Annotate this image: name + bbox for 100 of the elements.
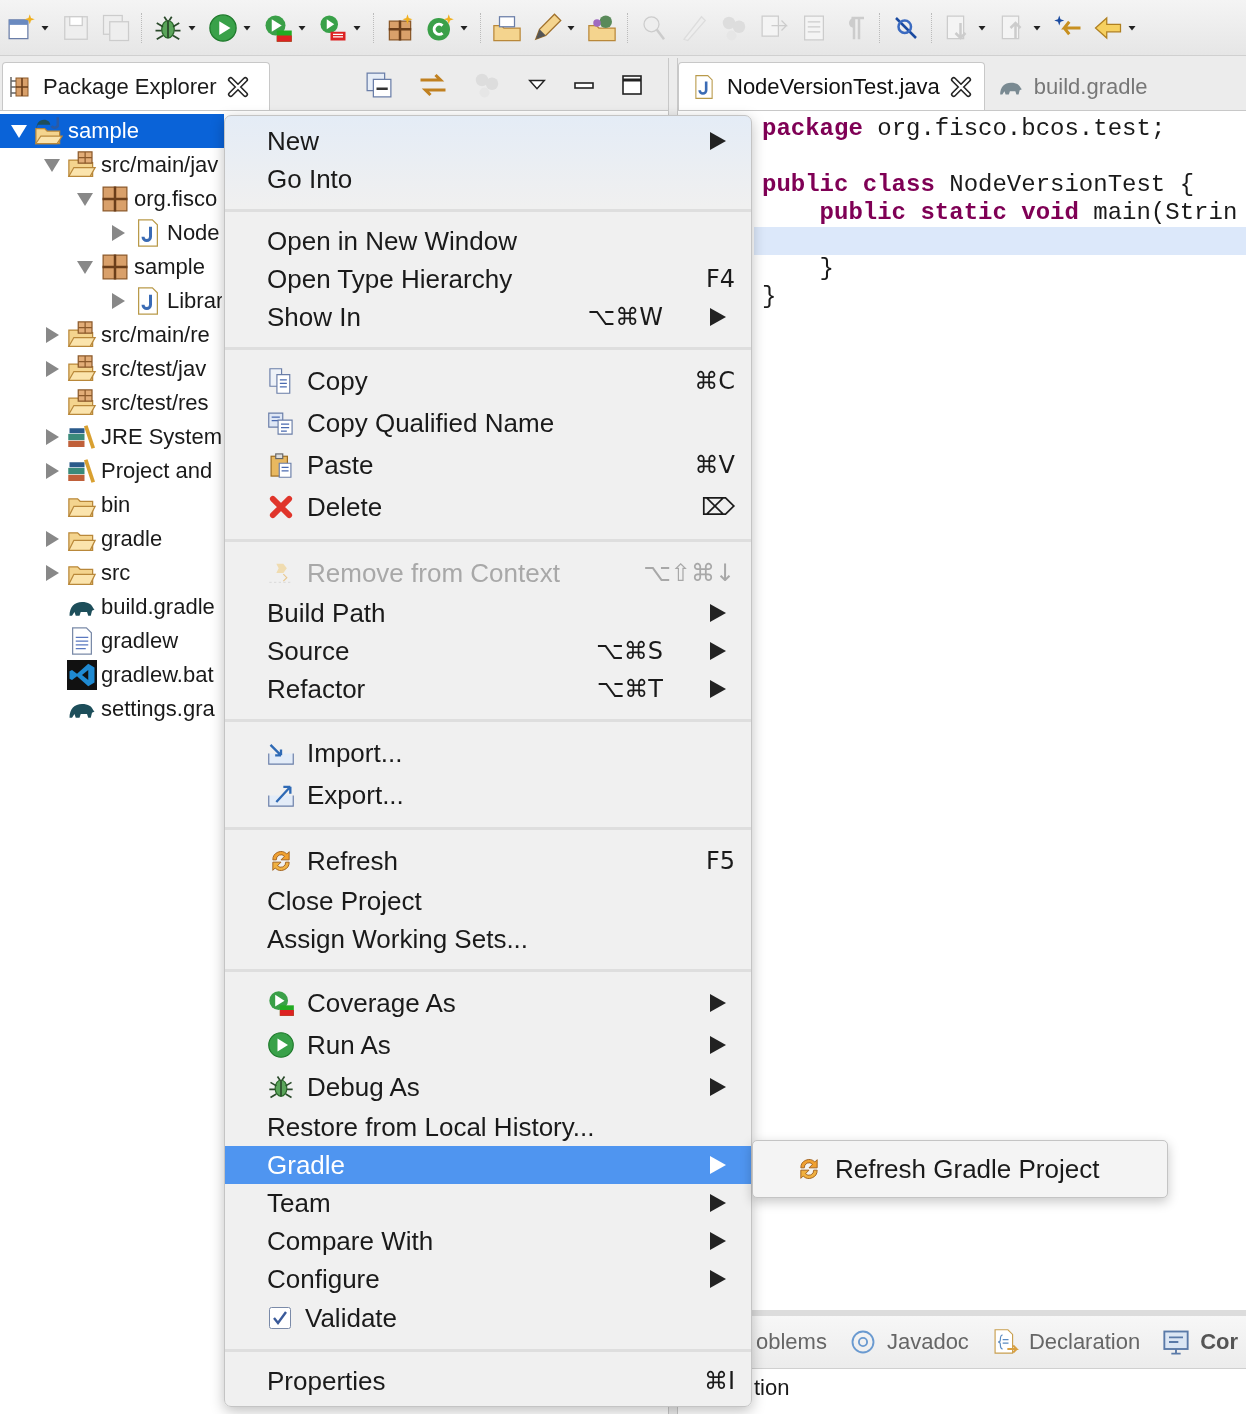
menu-item[interactable]: Properties ⌘I: [225, 1362, 751, 1400]
tree-item[interactable]: gradlew.bat: [0, 658, 222, 692]
tree-item[interactable]: settings.gra: [0, 692, 222, 726]
menu-item[interactable]: Debug As: [225, 1066, 751, 1108]
menu-item[interactable]: Paste ⌘V: [225, 444, 751, 486]
disclosure-triangle-icon[interactable]: [43, 360, 61, 378]
source-folder-icon: [67, 354, 97, 384]
disclosure-triangle-icon[interactable]: [43, 326, 61, 344]
menu-item[interactable]: Coverage As: [225, 982, 751, 1024]
disclosure-triangle-icon[interactable]: [43, 156, 61, 174]
maximize-icon[interactable]: [620, 73, 644, 97]
tree-item[interactable]: bin: [0, 488, 222, 522]
code-line: }: [761, 283, 778, 311]
shortcut-text: F4: [705, 265, 735, 293]
checkbox[interactable]: [267, 1305, 293, 1331]
panel-tab[interactable]: oblems: [756, 1329, 827, 1355]
menu-item[interactable]: Configure: [225, 1260, 751, 1298]
tree-item[interactable]: JRE System: [0, 420, 222, 454]
menu-item[interactable]: Team: [225, 1184, 751, 1222]
menu-item[interactable]: New: [225, 122, 751, 160]
menu-item[interactable]: Source ⌥⌘S: [225, 632, 751, 670]
library-icon: [67, 456, 97, 486]
menu-item[interactable]: Assign Working Sets...: [225, 920, 751, 958]
menu-item[interactable]: Run As: [225, 1024, 751, 1066]
source-folder-icon: [67, 388, 97, 418]
disclosure-triangle-icon[interactable]: [76, 258, 94, 276]
tree-item[interactable]: gradle: [0, 522, 222, 556]
disclosure-triangle-icon[interactable]: [43, 530, 61, 548]
tree-item[interactable]: src: [0, 556, 222, 590]
shortcut-text: ⌥⇧⌘↓: [643, 559, 735, 587]
clipboard-icon: [267, 451, 295, 479]
menu-item[interactable]: Refresh Gradle Project: [753, 1143, 1167, 1195]
tree-item[interactable]: Project and: [0, 454, 222, 488]
disclosure-triangle-icon[interactable]: [76, 190, 94, 208]
delete-icon: [267, 493, 295, 521]
shortcut-text: ⌘I: [703, 1367, 735, 1395]
code-line: package org.fisco.bcos.test;: [761, 115, 1167, 143]
menu-item[interactable]: Go Into: [225, 160, 751, 198]
project-icon: [34, 116, 64, 146]
tree-item[interactable]: src/main/re: [0, 318, 222, 352]
menu-item[interactable]: Copy Qualified Name: [225, 402, 751, 444]
console-icon: [1162, 1328, 1191, 1356]
disclosure-triangle-icon[interactable]: [109, 292, 127, 310]
menu-item[interactable]: Restore from Local History...: [225, 1108, 751, 1146]
tree-item[interactable]: src/main/jav: [0, 148, 222, 182]
tree-item[interactable]: src/test/res: [0, 386, 222, 420]
shortcut-text: ⌥⌘T: [596, 675, 663, 703]
library-icon: [67, 422, 97, 452]
source-folder-icon: [67, 320, 97, 350]
disclosure-triangle-icon[interactable]: [43, 428, 61, 446]
tree-item[interactable]: Node: [0, 216, 222, 250]
panel-content-text: tion: [754, 1375, 790, 1401]
menu-item[interactable]: Refactor ⌥⌘T: [225, 670, 751, 708]
panel-tab[interactable]: Declaration: [990, 1328, 1141, 1356]
disclosure-triangle-icon[interactable]: [43, 564, 61, 582]
shortcut-text: ⌥⌘S: [596, 637, 663, 665]
disclosure-triangle-icon[interactable]: [10, 122, 28, 140]
run-icon[interactable]: [208, 12, 238, 43]
tree-item[interactable]: org.fisco: [0, 182, 222, 216]
menu-item[interactable]: Import...: [225, 732, 751, 774]
panel-tab[interactable]: Cor: [1162, 1328, 1239, 1356]
tree-item[interactable]: sample: [0, 250, 222, 284]
menu-item[interactable]: Compare With: [225, 1222, 751, 1260]
close-icon[interactable]: [949, 75, 972, 98]
menu-item[interactable]: Validate: [225, 1298, 751, 1338]
pen-icon[interactable]: [532, 12, 562, 43]
shortcut-text: ⌥⌘W: [587, 303, 663, 331]
disclosure-triangle-icon[interactable]: [43, 462, 61, 480]
panel-tab[interactable]: Javadoc: [848, 1328, 969, 1356]
menu-item[interactable]: Copy ⌘C: [225, 360, 751, 402]
view-tab[interactable]: Package Explorer: [2, 62, 270, 110]
package-icon: [100, 252, 130, 282]
shortcut-text: ⌦: [701, 493, 735, 521]
shortcut-text: ⌘C: [694, 367, 735, 395]
code-line: }: [818, 255, 835, 283]
menu-item[interactable]: Open in New Window: [225, 222, 751, 260]
tree-item[interactable]: src/test/jav: [0, 352, 222, 386]
editor-tab[interactable]: NodeVersionTest.java: [678, 62, 985, 110]
menu-item[interactable]: Export...: [225, 774, 751, 816]
editor-tab[interactable]: build.gradle: [984, 62, 1161, 110]
menu-item[interactable]: Delete ⌦: [225, 486, 751, 528]
debug-icon: [267, 1073, 295, 1101]
collapse-all-icon[interactable]: [364, 70, 394, 100]
tree-item[interactable]: Librar: [0, 284, 222, 318]
disclosure-triangle-icon[interactable]: [109, 224, 127, 242]
package-icon: [100, 184, 130, 214]
tree-item[interactable]: sample: [0, 114, 224, 148]
source-folder-icon: [67, 150, 97, 180]
menu-item[interactable]: Show In ⌥⌘W: [225, 298, 751, 336]
code-line: public static void main(Strin: [818, 199, 1239, 227]
menu-item[interactable]: Open Type Hierarchy F4: [225, 260, 751, 298]
menu-item[interactable]: Refresh F5: [225, 840, 751, 882]
menu-item[interactable]: Build Path: [225, 594, 751, 632]
close-icon[interactable]: [226, 75, 249, 98]
shortcut-text: F5: [705, 847, 735, 875]
copy-icon: [267, 409, 295, 437]
menu-item[interactable]: Close Project: [225, 882, 751, 920]
tree-item[interactable]: build.gradle: [0, 590, 222, 624]
tree-item[interactable]: gradlew: [0, 624, 222, 658]
code-line: public class NodeVersionTest {: [761, 171, 1196, 199]
